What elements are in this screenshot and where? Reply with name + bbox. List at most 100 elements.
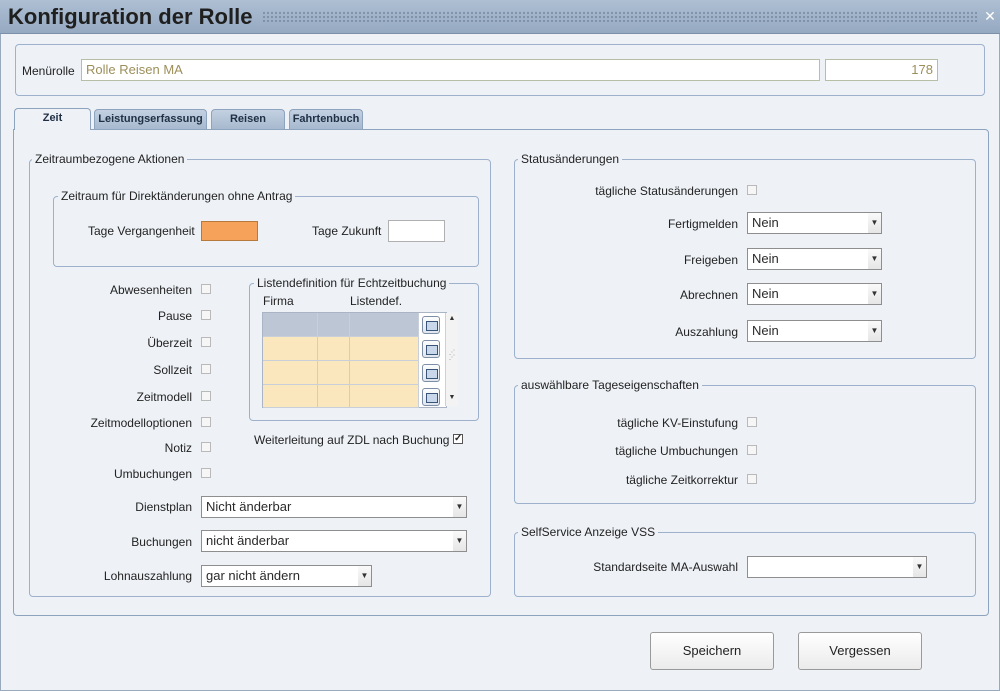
kv-einstufung-checkbox[interactable] bbox=[747, 417, 757, 427]
list-edit-icon[interactable] bbox=[422, 364, 440, 382]
lohnauszahlung-label: Lohnauszahlung bbox=[103, 569, 192, 583]
chevron-down-icon[interactable]: ▼ bbox=[867, 284, 881, 304]
lohnauszahlung-select[interactable]: gar nicht ändern ▼ bbox=[201, 565, 372, 587]
lohnauszahlung-value: gar nicht ändern bbox=[206, 568, 300, 583]
ueberzeit-checkbox[interactable] bbox=[201, 337, 211, 347]
grid-header-cell bbox=[318, 313, 350, 337]
grid-cell[interactable] bbox=[318, 361, 350, 385]
col-listendef-header: Listendef. bbox=[350, 294, 403, 308]
notiz-label: Notiz bbox=[164, 441, 192, 455]
chevron-down-icon[interactable]: ▼ bbox=[452, 531, 466, 551]
scroll-up-icon[interactable]: ▲ bbox=[447, 314, 457, 324]
grid-cell[interactable] bbox=[318, 337, 350, 361]
grid-cell[interactable] bbox=[350, 361, 419, 385]
auszahlung-select[interactable]: Nein ▼ bbox=[747, 320, 882, 342]
listendefinition-legend: Listendefinition für Echtzeitbuchung bbox=[254, 276, 450, 290]
auszahlung-value: Nein bbox=[752, 323, 779, 338]
standardseite-select[interactable]: ▼ bbox=[747, 556, 927, 578]
zeitmodell-checkbox[interactable] bbox=[201, 391, 211, 401]
chevron-down-icon[interactable]: ▼ bbox=[867, 249, 881, 269]
grid-cell[interactable] bbox=[350, 337, 419, 361]
fertigmelden-value: Nein bbox=[752, 215, 779, 230]
taegliche-status-label: tägliche Statusänderungen bbox=[595, 184, 738, 198]
grid-cell[interactable] bbox=[318, 385, 350, 408]
tageseigenschaften-legend: auswählbare Tageseigenschaften bbox=[518, 378, 702, 392]
tage-zukunft-field[interactable] bbox=[388, 220, 445, 242]
tab-zeit[interactable]: Zeit bbox=[14, 108, 91, 130]
zeitmodell-label: Zeitmodell bbox=[136, 390, 192, 404]
pause-checkbox[interactable] bbox=[201, 310, 211, 320]
zeitkorrektur-checkbox[interactable] bbox=[747, 474, 757, 484]
taegliche-umbuchungen-label: tägliche Umbuchungen bbox=[615, 444, 738, 458]
direkt-legend: Zeitraum für Direktänderungen ohne Antra… bbox=[58, 189, 296, 203]
dienstplan-select[interactable]: Nicht änderbar ▼ bbox=[201, 496, 467, 518]
abwesenheiten-label: Abwesenheiten bbox=[109, 283, 192, 297]
grid-scrollbar[interactable]: ▲ ⋰ ⋰ ▼ bbox=[445, 313, 458, 406]
menurolle-label: Menürolle bbox=[22, 64, 75, 78]
sollzeit-checkbox[interactable] bbox=[201, 364, 211, 374]
umbuchungen-label: Umbuchungen bbox=[113, 467, 192, 481]
chevron-down-icon[interactable]: ▼ bbox=[867, 321, 881, 341]
buchungen-label: Buchungen bbox=[131, 535, 192, 549]
grid-header-cell bbox=[263, 313, 318, 337]
tab-fahrtenbuch[interactable]: Fahrtenbuch bbox=[289, 109, 363, 129]
scroll-grip-icon[interactable]: ⋰ ⋰ bbox=[449, 350, 455, 363]
grid-cell[interactable] bbox=[263, 385, 318, 408]
abrechnen-select[interactable]: Nein ▼ bbox=[747, 283, 882, 305]
chevron-down-icon[interactable]: ▼ bbox=[867, 213, 881, 233]
umbuchungen-checkbox[interactable] bbox=[201, 468, 211, 478]
col-firma-header: Firma bbox=[263, 294, 294, 308]
weiterleitung-checkbox[interactable]: ✓ bbox=[453, 434, 463, 444]
grid-header-cell bbox=[350, 313, 419, 337]
grid-cell[interactable] bbox=[350, 385, 419, 408]
sollzeit-label: Sollzeit bbox=[153, 363, 192, 377]
selfservice-legend: SelfService Anzeige VSS bbox=[518, 525, 659, 539]
fertigmelden-select[interactable]: Nein ▼ bbox=[747, 212, 882, 234]
save-button[interactable]: Speichern bbox=[650, 632, 774, 670]
chevron-down-icon[interactable]: ▼ bbox=[912, 557, 926, 577]
freigeben-value: Nein bbox=[752, 251, 779, 266]
ueberzeit-label: Überzeit bbox=[147, 336, 192, 350]
grid-cell[interactable] bbox=[263, 361, 318, 385]
fertigmelden-label: Fertigmelden bbox=[667, 217, 738, 231]
chevron-down-icon[interactable]: ▼ bbox=[357, 566, 371, 586]
grid-cell[interactable] bbox=[263, 337, 318, 361]
menurolle-id-field[interactable]: 178 bbox=[825, 59, 938, 81]
tage-zukunft-label: Tage Zukunft bbox=[312, 224, 382, 238]
tage-vergangenheit-field[interactable] bbox=[201, 221, 258, 241]
weiterleitung-label: Weiterleitung auf ZDL nach Buchung bbox=[254, 433, 450, 447]
tage-vergangenheit-label: Tage Vergangenheit bbox=[88, 224, 195, 238]
window-title: Konfiguration der Rolle bbox=[8, 4, 253, 29]
buchungen-value: nicht änderbar bbox=[206, 533, 290, 548]
menurolle-name-field[interactable]: Rolle Reisen MA bbox=[81, 59, 820, 81]
abwesenheiten-checkbox[interactable] bbox=[201, 284, 211, 294]
standardseite-label: Standardseite MA-Auswahl bbox=[593, 560, 738, 574]
list-edit-icon[interactable] bbox=[422, 388, 440, 406]
freigeben-label: Freigeben bbox=[683, 253, 738, 267]
cancel-button[interactable]: Vergessen bbox=[798, 632, 922, 670]
dienstplan-label: Dienstplan bbox=[135, 500, 192, 514]
abrechnen-label: Abrechnen bbox=[679, 288, 738, 302]
close-icon[interactable]: ✕ bbox=[983, 8, 997, 24]
zeitkorrektur-label: tägliche Zeitkorrektur bbox=[625, 473, 738, 487]
list-edit-icon[interactable] bbox=[422, 340, 440, 358]
dienstplan-value: Nicht änderbar bbox=[206, 499, 292, 514]
notiz-checkbox[interactable] bbox=[201, 442, 211, 452]
kv-einstufung-label: tägliche KV-Einstufung bbox=[617, 416, 738, 430]
tab-leistungserfassung[interactable]: Leistungserfassung bbox=[94, 109, 207, 129]
taegliche-umbuchungen-checkbox[interactable] bbox=[747, 445, 757, 455]
listendefinition-grid bbox=[262, 312, 447, 408]
tab-reisen[interactable]: Reisen bbox=[211, 109, 285, 129]
zeitmodelloptionen-checkbox[interactable] bbox=[201, 417, 211, 427]
chevron-down-icon[interactable]: ▼ bbox=[452, 497, 466, 517]
freigeben-select[interactable]: Nein ▼ bbox=[747, 248, 882, 270]
scroll-down-icon[interactable]: ▼ bbox=[447, 393, 457, 403]
zeitraum-legend: Zeitraumbezogene Aktionen bbox=[32, 152, 188, 166]
status-legend: Statusänderungen bbox=[518, 152, 623, 166]
abrechnen-value: Nein bbox=[752, 286, 779, 301]
buchungen-select[interactable]: nicht änderbar ▼ bbox=[201, 530, 467, 552]
taegliche-status-checkbox[interactable] bbox=[747, 185, 757, 195]
title-bar-grip bbox=[262, 11, 978, 22]
zeitmodelloptionen-label: Zeitmodelloptionen bbox=[90, 416, 192, 430]
list-edit-icon[interactable] bbox=[422, 316, 440, 334]
